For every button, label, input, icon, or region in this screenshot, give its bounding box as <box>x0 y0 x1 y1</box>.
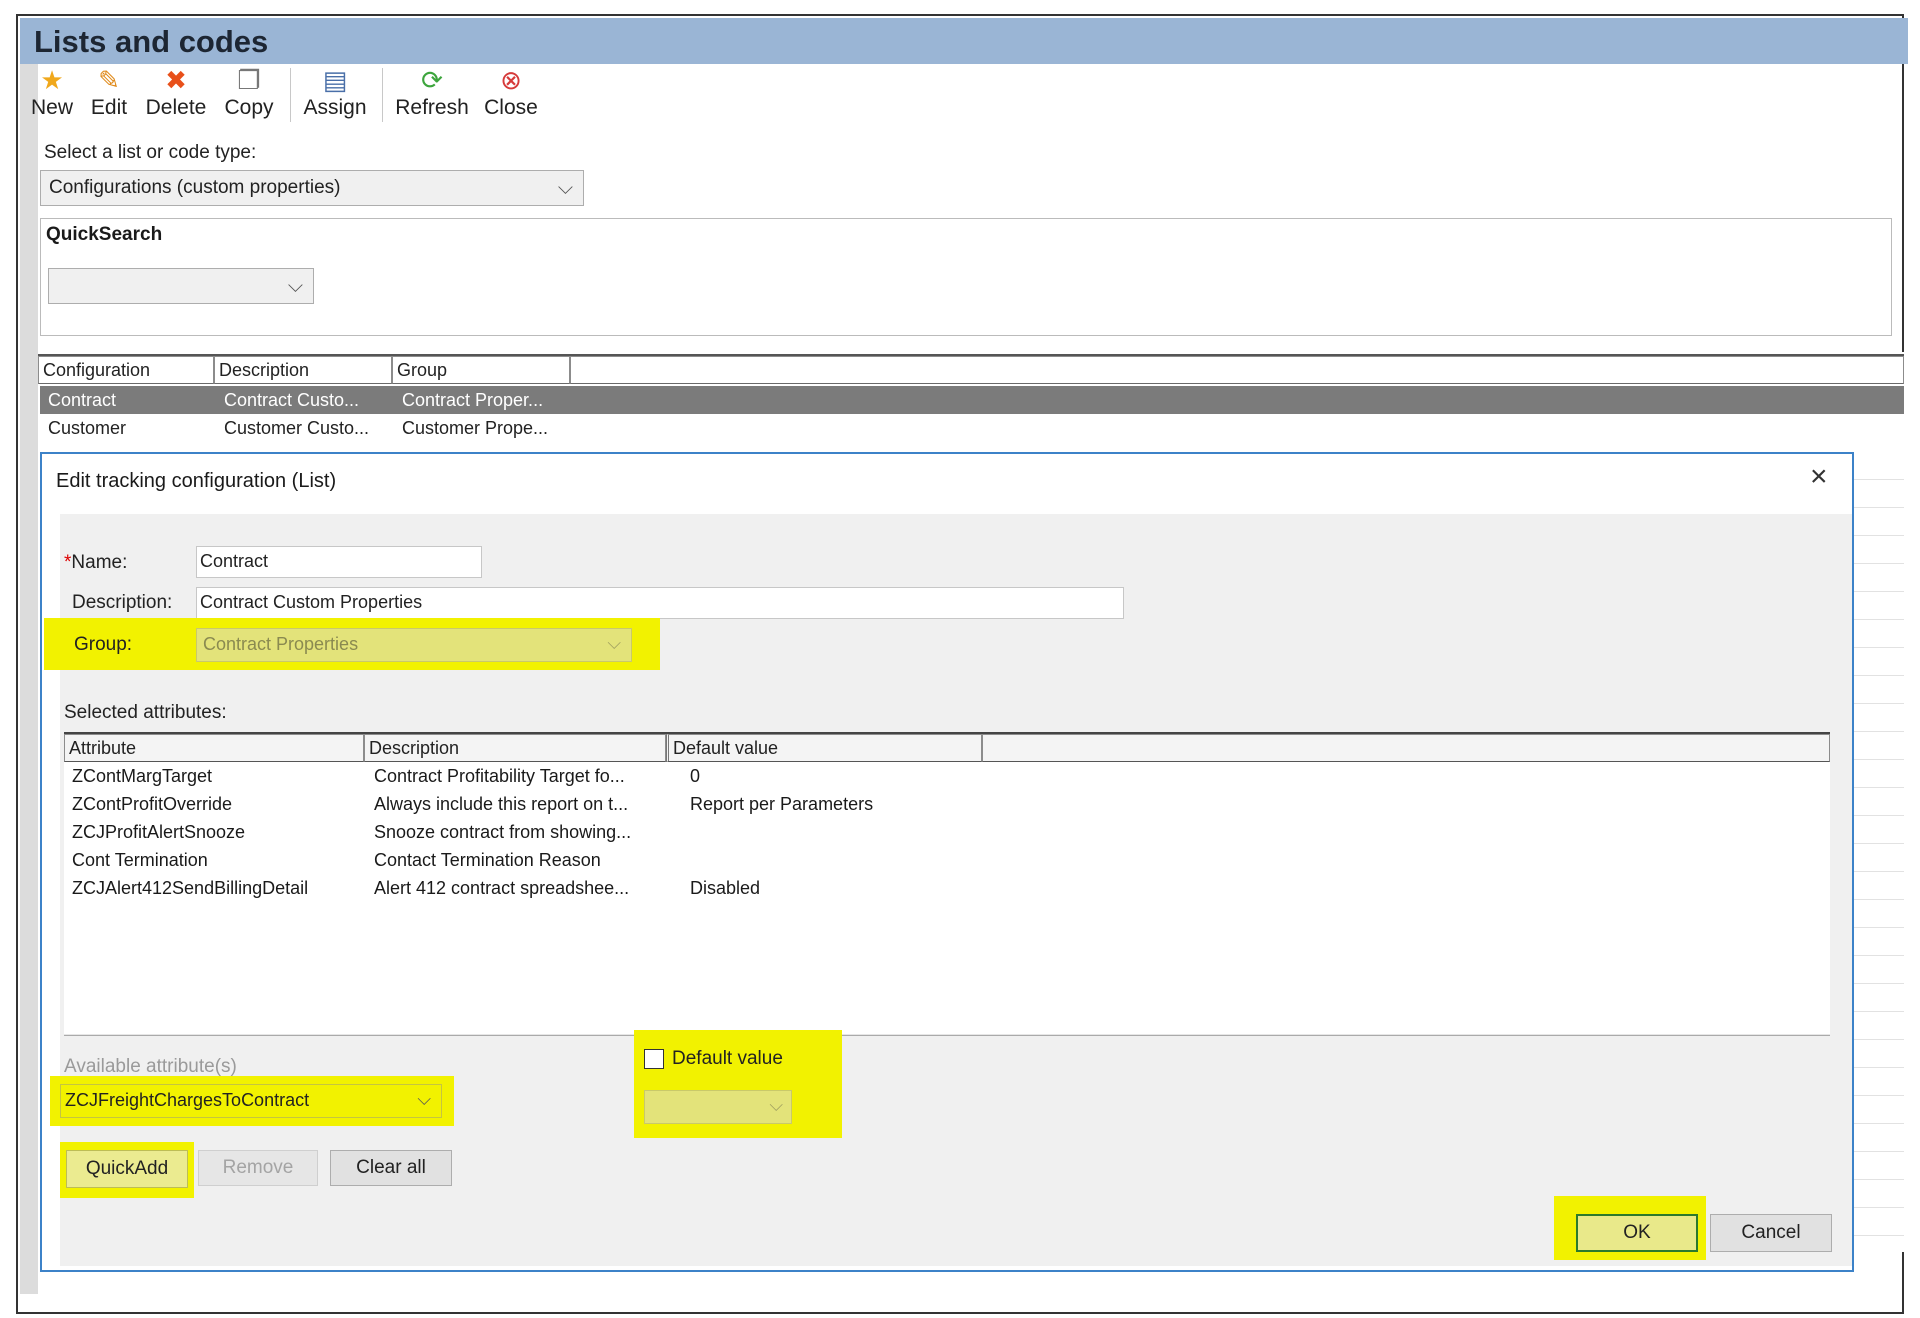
grid-background-rows <box>1854 452 1904 1252</box>
quicksearch-panel <box>40 218 1892 336</box>
group-label: Group: <box>74 634 133 655</box>
empty-row <box>64 902 1830 931</box>
description-input[interactable]: Contract Custom Properties <box>196 587 1124 619</box>
grid-header-filler <box>570 356 1904 384</box>
table-row[interactable]: ZContProfitOverride Always include this … <box>64 790 1830 819</box>
grid-cell-configuration: Customer <box>48 418 127 438</box>
list-type-value: Configurations (custom properties) <box>49 177 341 198</box>
table-row[interactable]: Customer Customer Custo... Customer Prop… <box>40 414 1904 442</box>
description-label: Description: <box>72 592 173 613</box>
empty-row <box>64 986 1830 1015</box>
grid-header-configuration[interactable]: Configuration <box>38 356 214 384</box>
toolbar-separator <box>290 68 291 122</box>
new-button[interactable]: ★ New <box>28 64 76 126</box>
attr-cell-attribute: ZContMargTarget <box>72 766 213 786</box>
chevron-down-icon: ⌵ <box>417 1089 431 1109</box>
grid-cell-description: Customer Custo... <box>224 418 370 438</box>
delete-x-icon: ✖ <box>165 65 187 95</box>
grid-cell-group: Contract Proper... <box>402 390 544 410</box>
attr-header-description[interactable]: Description <box>364 734 666 762</box>
refresh-button[interactable]: ⟳ Refresh <box>392 64 472 126</box>
table-row[interactable]: Cont Termination Contact Termination Rea… <box>64 846 1830 875</box>
name-input[interactable]: Contract <box>196 546 482 578</box>
table-row[interactable]: ZCJAlert412SendBillingDetail Alert 412 c… <box>64 874 1830 903</box>
attr-cell-description: Contract Profitability Target fo... <box>374 766 625 786</box>
available-attributes-value: ZCJFreightChargesToContract <box>65 1090 310 1110</box>
name-label: *Name: <box>64 552 128 573</box>
edit-button[interactable]: ✎ Edit <box>86 64 132 126</box>
pencil-icon: ✎ <box>98 65 120 95</box>
cancel-button[interactable]: Cancel <box>1710 1214 1832 1252</box>
grid-header-group[interactable]: Group <box>392 356 570 384</box>
left-edge-bar <box>20 64 38 1294</box>
close-button[interactable]: ⊗ Close <box>480 64 542 126</box>
toolbar-separator <box>382 68 383 122</box>
clear-all-button[interactable]: Clear all <box>330 1150 452 1186</box>
empty-row <box>64 1014 1830 1035</box>
attr-cell-attribute: Cont Termination <box>72 850 208 870</box>
attr-cell-default: Disabled <box>690 878 761 898</box>
empty-row <box>64 930 1830 959</box>
table-row[interactable]: Contract Contract Custo... Contract Prop… <box>40 386 1904 414</box>
quicksearch-label: QuickSearch <box>46 224 163 245</box>
star-icon: ★ <box>40 65 64 95</box>
attr-header-default-value[interactable]: Default value <box>666 734 982 762</box>
quickadd-button[interactable]: QuickAdd <box>66 1150 188 1188</box>
delete-button[interactable]: ✖ Delete <box>142 64 210 126</box>
quicksearch-select[interactable]: ⌵ <box>48 268 314 304</box>
attr-cell-attribute: ZCJAlert412SendBillingDetail <box>72 878 309 898</box>
ok-button[interactable]: OK <box>1576 1214 1698 1252</box>
chevron-down-icon: ⌵ <box>287 275 303 297</box>
assign-button[interactable]: ▤ Assign <box>300 64 370 126</box>
chevron-down-icon: ⌵ <box>607 633 621 653</box>
window-titlebar: Lists and codes <box>20 18 1908 64</box>
attr-cell-default: 0 <box>690 766 701 786</box>
available-attributes-label: Available attribute(s) <box>64 1056 237 1077</box>
copy-button[interactable]: ❐ Copy <box>220 64 278 126</box>
grid-cell-group: Customer Prope... <box>402 418 549 438</box>
attr-cell-default: Report per Parameters <box>690 794 874 814</box>
grid-cell-description: Contract Custo... <box>224 390 360 410</box>
group-select[interactable]: Contract Properties ⌵ <box>196 628 632 662</box>
table-row[interactable]: ZContMargTarget Contract Profitability T… <box>64 762 1830 791</box>
default-value-checkbox[interactable] <box>644 1049 664 1069</box>
table-row[interactable]: ZCJProfitAlertSnooze Snooze contract fro… <box>64 818 1830 847</box>
available-attributes-select[interactable]: ZCJFreightChargesToContract ⌵ <box>60 1084 442 1118</box>
selected-attributes-label: Selected attributes: <box>64 702 227 723</box>
dialog-title: Edit tracking configuration (List) <box>56 470 337 492</box>
close-circle-icon: ⊗ <box>500 65 522 95</box>
copy-icon: ❐ <box>237 65 261 95</box>
list-type-label: Select a list or code type: <box>44 142 257 163</box>
grid-header-description[interactable]: Description <box>214 356 392 384</box>
attr-cell-description: Snooze contract from showing... <box>374 822 632 842</box>
attr-cell-description: Alert 412 contract spreadshee... <box>374 878 630 898</box>
attr-header-attribute[interactable]: Attribute <box>64 734 364 762</box>
attr-cell-attribute: ZCJProfitAlertSnooze <box>72 822 246 842</box>
grid-cell-configuration: Contract <box>48 390 117 410</box>
attr-header-filler <box>982 734 1830 762</box>
chevron-down-icon: ⌵ <box>769 1095 783 1115</box>
empty-row <box>64 958 1830 987</box>
dialog-close-icon[interactable]: × <box>1810 462 1828 492</box>
attr-cell-description: Contact Termination Reason <box>374 850 601 870</box>
refresh-icon: ⟳ <box>421 65 443 95</box>
default-value-select[interactable]: ⌵ <box>644 1090 792 1124</box>
attr-cell-description: Always include this report on t... <box>374 794 629 814</box>
remove-button[interactable]: Remove <box>198 1150 318 1186</box>
default-value-label: Default value <box>672 1048 783 1069</box>
list-type-select[interactable]: Configurations (custom properties) ⌵ <box>40 170 584 206</box>
group-value: Contract Properties <box>203 634 359 654</box>
assign-icon: ▤ <box>322 65 348 95</box>
window-title: Lists and codes <box>34 24 269 59</box>
attr-cell-attribute: ZContProfitOverride <box>72 794 233 814</box>
chevron-down-icon: ⌵ <box>557 177 573 199</box>
